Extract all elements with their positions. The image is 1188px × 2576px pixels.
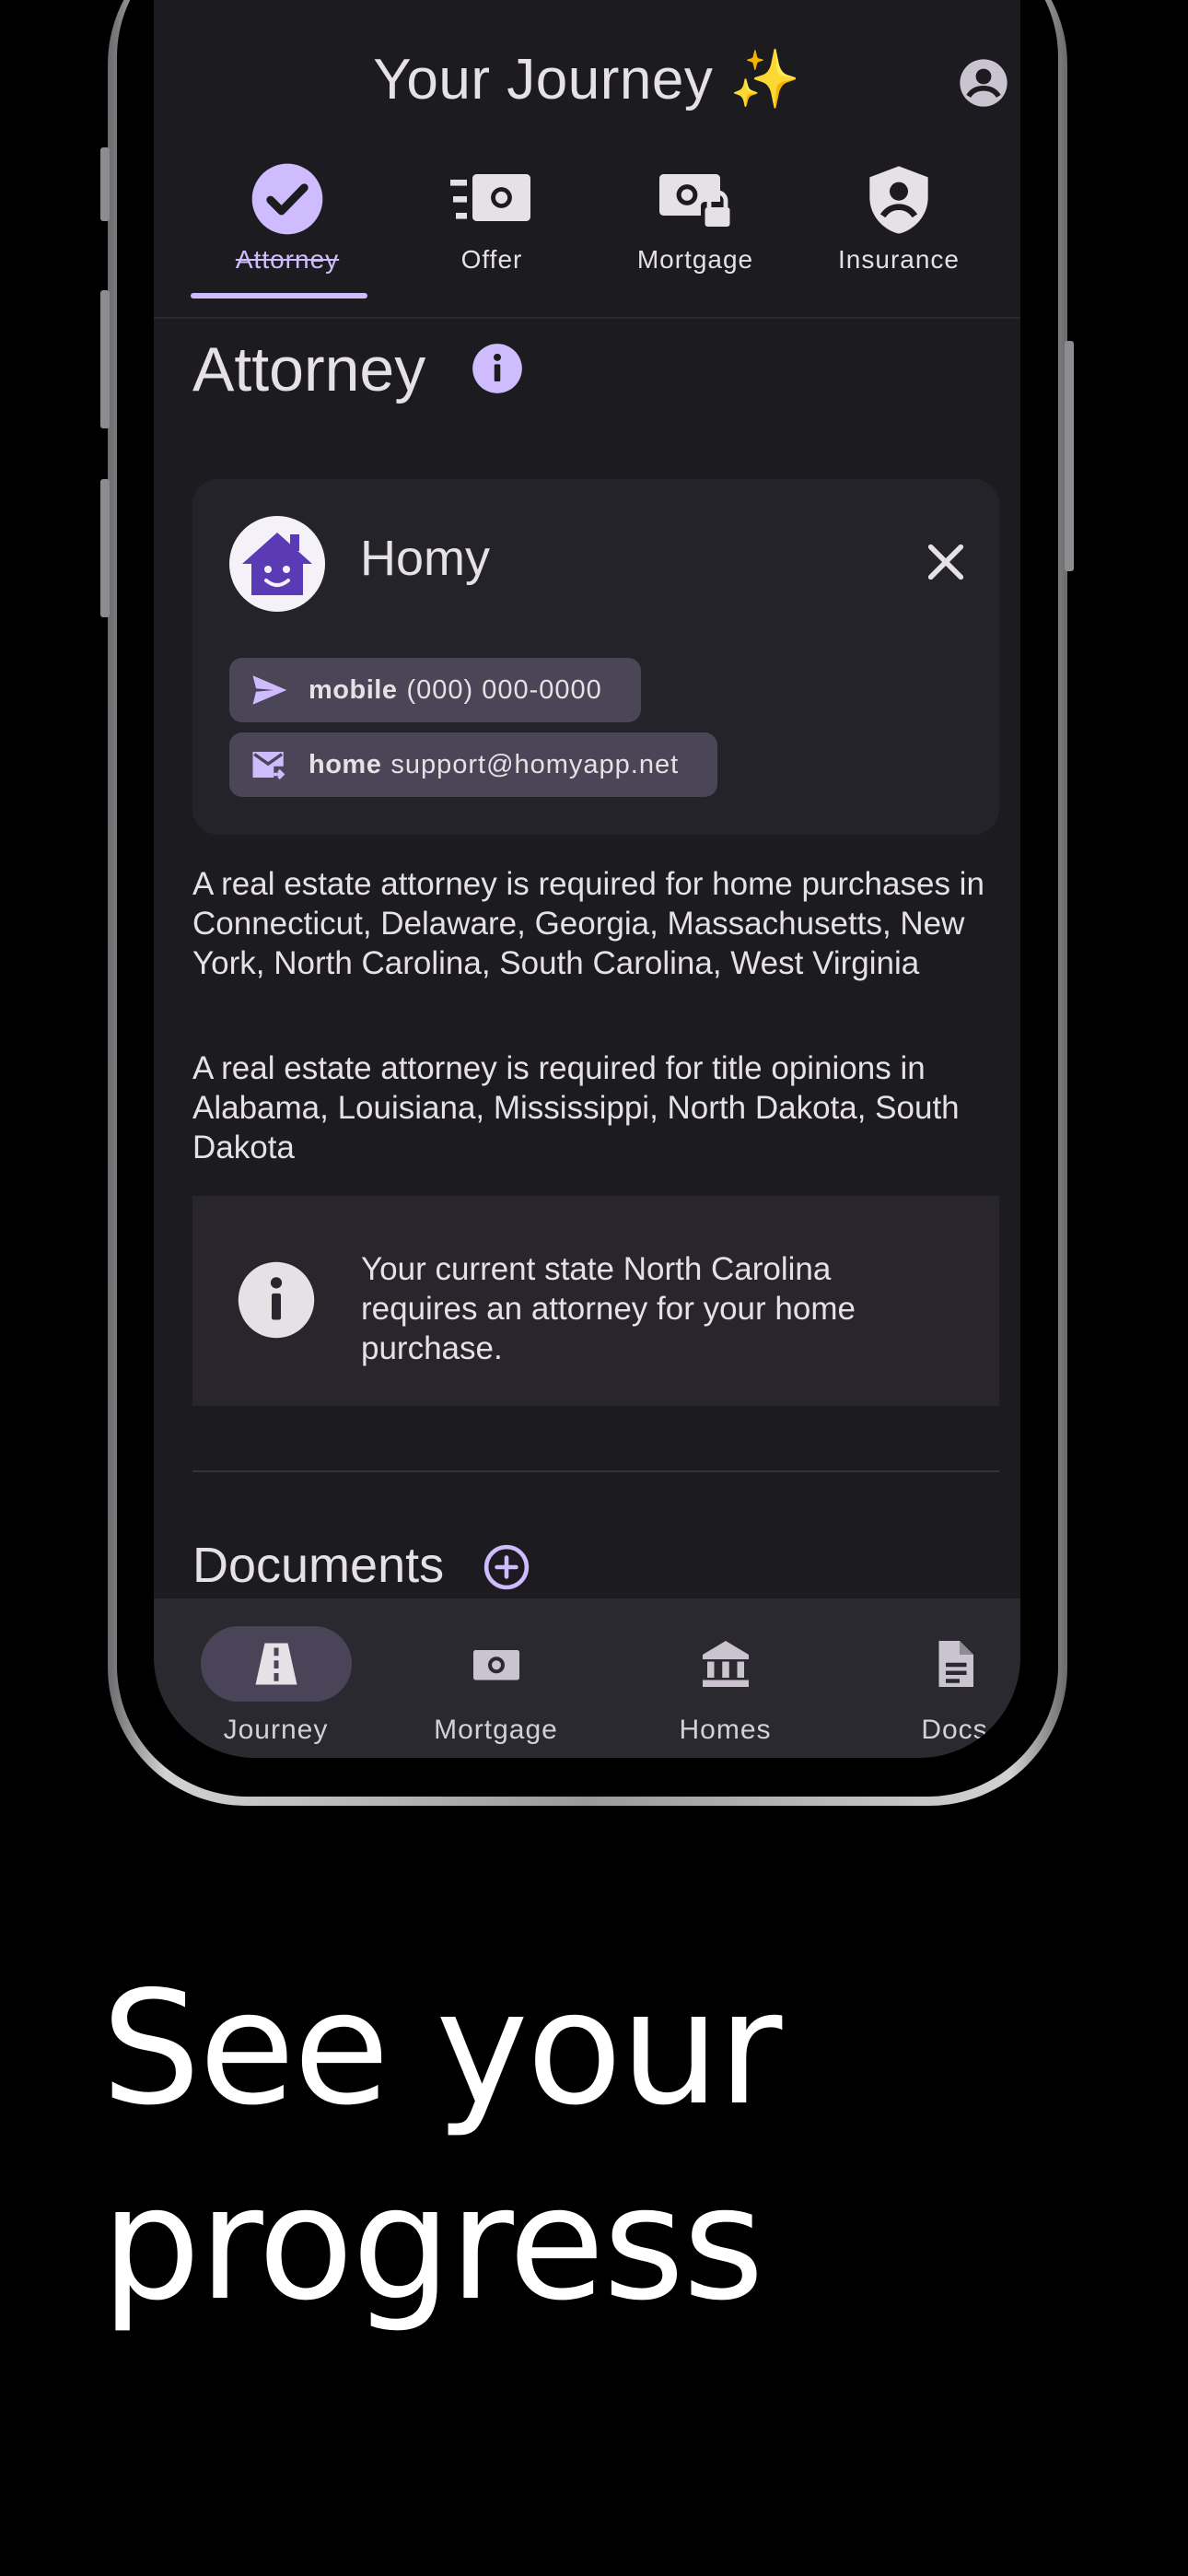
contact-name: Homy (360, 531, 491, 586)
homy-logo-icon (242, 533, 312, 595)
payments-icon (450, 174, 530, 221)
send-icon (248, 669, 290, 711)
email-chip[interactable]: home support@homyapp.net (229, 732, 718, 797)
locked-money-icon (659, 174, 734, 229)
journey-steps: Attorney Offer Mortgage Insurance (191, 157, 1002, 304)
app-screen: Your Journey ✨ Attorney Offer Mortgage I… (154, 0, 1020, 1758)
requirement-purchase-text: A real estate attorney is required for h… (192, 866, 984, 981)
nav-label: Mortgage (434, 1715, 558, 1745)
phone-type: mobile (309, 674, 398, 705)
volume-down-button (100, 479, 110, 617)
info-icon (238, 1261, 315, 1339)
avatar (229, 516, 325, 612)
power-button (1065, 341, 1074, 571)
nav-docs[interactable]: Docs (846, 1598, 1020, 1758)
documents-title: Documents (192, 1538, 445, 1593)
shield-person-icon (869, 166, 928, 234)
requirement-title-text: A real estate attorney is required for t… (192, 1050, 960, 1165)
bottom-navigation: Journey Mortgage Homes Docs (154, 1598, 1020, 1758)
attorney-contact-card: Homy mobile (000) 000-0000 home support@… (192, 479, 999, 835)
nav-label: Homes (679, 1715, 772, 1745)
step-label: Insurance (838, 245, 960, 274)
step-attorney[interactable]: Attorney (191, 157, 384, 304)
caption-line: progress (101, 2153, 764, 2336)
phone-number: (000) 000-0000 (406, 674, 602, 705)
check-circle-icon (251, 163, 323, 235)
close-icon[interactable] (920, 536, 972, 588)
info-icon[interactable] (472, 343, 523, 394)
nav-homes[interactable]: Homes (617, 1598, 833, 1758)
step-insurance[interactable]: Insurance (802, 157, 996, 304)
step-mortgage[interactable]: Mortgage (599, 157, 792, 304)
divider (154, 317, 1020, 319)
step-label: Attorney (235, 245, 340, 274)
phone-chip[interactable]: mobile (000) 000-0000 (229, 658, 641, 722)
bank-icon (702, 1641, 749, 1687)
active-step-indicator (191, 293, 367, 299)
road-icon (255, 1643, 297, 1685)
volume-up-button (100, 290, 110, 428)
nav-mortgage[interactable]: Mortgage (388, 1598, 604, 1758)
step-label: Offer (460, 245, 523, 274)
side-button (100, 147, 110, 221)
email-address: support@homyapp.net (390, 749, 680, 779)
forward-email-icon (248, 744, 290, 786)
page-title: Your Journey ✨ (373, 48, 801, 111)
step-offer[interactable]: Offer (395, 157, 588, 304)
account-circle-icon[interactable] (958, 57, 1009, 109)
nav-label: Journey (223, 1715, 329, 1745)
nav-journey[interactable]: Journey (168, 1598, 384, 1758)
document-icon (938, 1641, 973, 1687)
note-text: Your current state North Carolina requir… (361, 1251, 856, 1366)
caption-line: See your (101, 1958, 782, 2140)
divider (192, 1470, 999, 1472)
add-circle-icon[interactable] (483, 1544, 530, 1590)
state-requirement-note: Your current state North Carolina requir… (192, 1196, 999, 1406)
marketing-caption: See your progress (101, 1951, 1114, 2342)
section-title: Attorney (192, 334, 426, 404)
email-type: home (309, 749, 382, 779)
step-label: Mortgage (636, 245, 754, 274)
nav-label: Docs (921, 1715, 988, 1745)
payments-icon (472, 1650, 519, 1680)
